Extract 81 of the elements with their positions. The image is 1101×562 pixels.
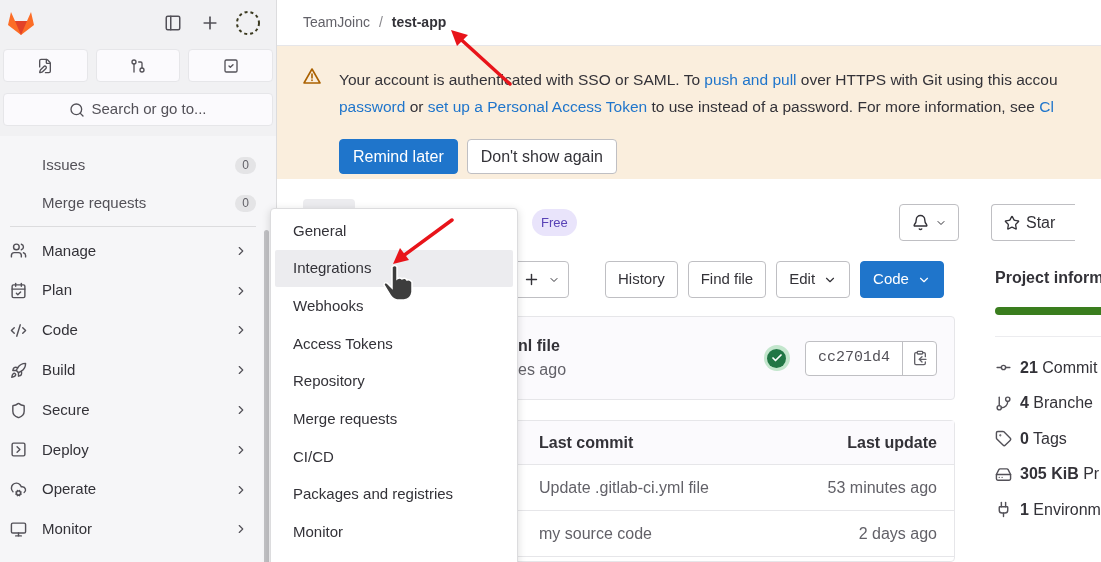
toolbar-button[interactable]: Find file bbox=[687, 261, 767, 298]
nav-item[interactable]: Build bbox=[10, 350, 256, 391]
nav-item[interactable]: Operate bbox=[10, 469, 256, 510]
banner-link[interactable]: Cl bbox=[1039, 98, 1054, 115]
warning-icon bbox=[303, 68, 321, 84]
banner-link[interactable]: push and pull bbox=[704, 71, 797, 88]
sidebar-toggle-icon[interactable] bbox=[164, 14, 182, 32]
count-badge: 0 bbox=[235, 156, 256, 174]
toolbar-button[interactable]: History bbox=[605, 261, 678, 298]
commit-time: es ago bbox=[518, 360, 567, 380]
scrollbar[interactable] bbox=[264, 230, 269, 562]
bell-icon bbox=[911, 214, 929, 231]
column-header: Last commit bbox=[539, 432, 635, 453]
nav-item[interactable]: Plan bbox=[10, 270, 256, 311]
shield-icon bbox=[10, 401, 27, 419]
menu-item[interactable]: General bbox=[275, 212, 513, 250]
menu-item[interactable]: Packages and registries bbox=[275, 475, 513, 514]
avatar-icon[interactable] bbox=[234, 9, 262, 37]
remind-later-button[interactable]: Remind later bbox=[339, 139, 458, 174]
nav-item[interactable]: Monitor bbox=[10, 509, 256, 550]
clipboard-icon bbox=[911, 350, 928, 366]
nav-item[interactable]: Deploy bbox=[10, 430, 256, 470]
shortcut-button[interactable] bbox=[3, 49, 88, 82]
nav-item[interactable]: Manage bbox=[10, 231, 256, 271]
checkbox-icon bbox=[222, 57, 239, 74]
monitor-icon bbox=[10, 520, 27, 538]
dismiss-button[interactable]: Don't show again bbox=[466, 139, 617, 174]
search-field[interactable]: Search or go to... bbox=[3, 93, 273, 126]
stat-link[interactable]: 4 Branche bbox=[995, 385, 1101, 421]
breadcrumb-separator: / bbox=[378, 13, 383, 32]
nav-item[interactable]: Issues 0 bbox=[10, 146, 256, 184]
menu-item[interactable]: Monitor bbox=[275, 513, 513, 552]
logo-icon bbox=[7, 10, 35, 36]
menu-item[interactable]: Integrations bbox=[275, 249, 513, 288]
menu-item[interactable]: Webhooks bbox=[275, 287, 513, 326]
people-icon bbox=[10, 242, 27, 260]
table-cell-text: 2 days ago bbox=[858, 523, 937, 544]
terminal-icon bbox=[10, 441, 27, 459]
nav-item[interactable]: Merge requests 0 bbox=[10, 184, 256, 222]
note-icon bbox=[37, 57, 54, 74]
notification-button[interactable] bbox=[899, 204, 959, 241]
plan-badge: Free bbox=[532, 208, 577, 237]
rocket-icon bbox=[10, 361, 27, 379]
nav-item[interactable]: Secure bbox=[10, 390, 256, 430]
hand-cursor-icon bbox=[382, 264, 416, 302]
stat-link[interactable]: 21 Commit bbox=[995, 350, 1101, 386]
tag-icon bbox=[995, 430, 1012, 448]
count-badge: 0 bbox=[235, 194, 256, 212]
stat-link[interactable]: 1 Environm bbox=[995, 492, 1101, 528]
banner-link[interactable]: password bbox=[339, 98, 406, 115]
merge-request-icon bbox=[130, 57, 146, 74]
star-button[interactable]: Star bbox=[991, 204, 1076, 241]
star-icon bbox=[1004, 214, 1020, 231]
commit-message-link[interactable]: my source code bbox=[539, 521, 859, 546]
nav-item[interactable]: Code bbox=[10, 310, 256, 351]
menu-item[interactable]: Merge requests bbox=[275, 400, 513, 439]
search-icon bbox=[69, 101, 86, 118]
branch-icon bbox=[995, 394, 1012, 412]
column-header: Last update bbox=[847, 432, 937, 453]
pipeline-status-icon bbox=[764, 345, 790, 371]
calendar-icon bbox=[10, 282, 27, 300]
stat-link[interactable]: 0 Tags bbox=[995, 421, 1101, 457]
annotation-arrow bbox=[390, 217, 455, 267]
cloud-icon bbox=[10, 481, 27, 499]
table-cell-text: 53 minutes ago bbox=[827, 477, 937, 498]
shortcut-button[interactable] bbox=[95, 49, 181, 82]
commit-title: nl file bbox=[518, 336, 561, 356]
menu-item[interactable]: Repository bbox=[275, 362, 513, 401]
breadcrumb-link[interactable]: test-app bbox=[391, 12, 447, 33]
code-icon bbox=[10, 322, 27, 339]
banner-text: password or set up a Personal Access Token to use instead of a password. For more information, see Cl bbox=[339, 97, 1055, 117]
stat-link[interactable]: 305 KiB Pr bbox=[995, 456, 1101, 492]
menu-item[interactable]: Access Tokens bbox=[275, 325, 513, 363]
plus-icon bbox=[523, 271, 540, 288]
banner-link[interactable]: set up a Personal Access Token bbox=[427, 98, 648, 115]
commit-message-link[interactable]: Update .gitlab-ci.yml file bbox=[539, 475, 828, 500]
code-button[interactable]: Code bbox=[860, 261, 944, 298]
menu-item[interactable]: CI/CD bbox=[275, 438, 513, 476]
breadcrumb-link[interactable]: TeamJoinc bbox=[303, 12, 370, 33]
shortcut-button[interactable] bbox=[188, 49, 273, 82]
toolbar-button[interactable]: Edit bbox=[776, 261, 851, 298]
